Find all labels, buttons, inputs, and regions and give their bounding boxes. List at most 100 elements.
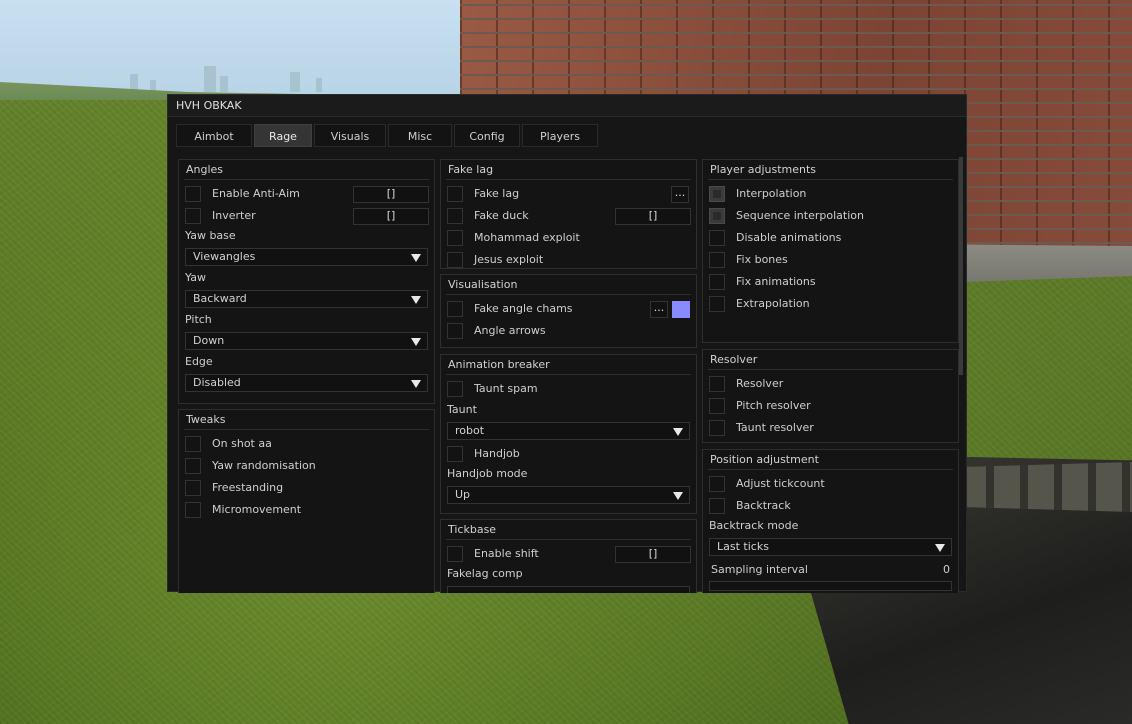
chevron-down-icon (673, 492, 683, 500)
window-title[interactable]: HVH OBKAK (168, 95, 966, 117)
extrapolation-checkbox[interactable] (709, 296, 725, 312)
fake-lag-more-button[interactable]: ... (671, 186, 689, 203)
fix-bones-label: Fix bones (736, 253, 788, 266)
angles-group: Angles Enable Anti-Aim [] Inverter [] Ya… (178, 159, 435, 404)
enable-shift-keybind[interactable]: [] (615, 546, 691, 563)
inverter-keybind[interactable]: [] (353, 208, 429, 225)
tab-players[interactable]: Players (522, 124, 598, 147)
pitch-dropdown[interactable]: Down (185, 332, 428, 350)
taunt-spam-checkbox[interactable] (447, 381, 463, 397)
fake-angle-chams-checkbox[interactable] (447, 301, 463, 317)
backtrack-mode-dropdown[interactable]: Last ticks (709, 538, 952, 556)
yaw-dropdown[interactable]: Backward (185, 290, 428, 308)
tab-rage[interactable]: Rage (254, 124, 312, 147)
edge-dropdown[interactable]: Disabled (185, 374, 428, 392)
inverter-checkbox[interactable] (185, 208, 201, 224)
enable-shift-checkbox[interactable] (447, 546, 463, 562)
enable-anti-aim-checkbox[interactable] (185, 186, 201, 202)
sampling-interval-value: 0 (943, 563, 950, 576)
chevron-down-icon (673, 428, 683, 436)
taunt-resolver-checkbox[interactable] (709, 420, 725, 436)
tab-config[interactable]: Config (454, 124, 520, 147)
cheat-menu-window[interactable]: HVH OBKAK Aimbot Rage Visuals Misc Confi… (167, 94, 968, 593)
fake-angle-chams-more-button[interactable]: ... (650, 301, 668, 318)
mohammad-exploit-checkbox[interactable] (447, 230, 463, 246)
fix-animations-label: Fix animations (736, 275, 816, 288)
jesus-exploit-checkbox[interactable] (447, 252, 463, 268)
fake-lag-group: Fake lag Fake lag ... Fake duck [] Moham… (440, 159, 697, 269)
handjob-checkbox[interactable] (447, 446, 463, 462)
resolver-label: Resolver (736, 377, 784, 390)
extrapolation-label: Extrapolation (736, 297, 810, 310)
backtrack-mode-label: Backtrack mode (709, 519, 799, 532)
chevron-down-icon (935, 544, 945, 552)
backtrack-mode-value: Last ticks (717, 540, 769, 553)
jesus-exploit-label: Jesus exploit (474, 253, 544, 266)
fake-lag-label: Fake lag (474, 187, 520, 200)
anti-aim-keybind[interactable]: [] (353, 186, 429, 203)
yaw-base-dropdown[interactable]: Viewangles (185, 248, 428, 266)
position-adjustment-group: Position adjustment Adjust tickcount Bac… (702, 449, 959, 593)
tweaks-title: Tweaks (184, 410, 429, 430)
yaw-value: Backward (193, 292, 247, 305)
tab-visuals[interactable]: Visuals (314, 124, 386, 147)
yaw-base-label: Yaw base (185, 229, 236, 242)
mohammad-exploit-label: Mohammad exploit (474, 231, 580, 244)
micromovement-checkbox[interactable] (185, 502, 201, 518)
fake-lag-checkbox[interactable] (447, 186, 463, 202)
freestanding-checkbox[interactable] (185, 480, 201, 496)
pitch-resolver-checkbox[interactable] (709, 398, 725, 414)
enable-shift-label: Enable shift (474, 547, 539, 560)
fix-animations-checkbox[interactable] (709, 274, 725, 290)
visualisation-group: Visualisation Fake angle chams ... Angle… (440, 274, 697, 348)
interpolation-checkbox[interactable] (709, 186, 725, 202)
chevron-down-icon (411, 338, 421, 346)
chams-color-picker[interactable] (672, 301, 690, 318)
rage-tab-content[interactable]: Angles Enable Anti-Aim [] Inverter [] Ya… (168, 153, 968, 593)
handjob-mode-dropdown[interactable]: Up (447, 486, 690, 504)
fake-duck-keybind[interactable]: [] (615, 208, 691, 225)
tickbase-title: Tickbase (446, 520, 691, 540)
fake-duck-checkbox[interactable] (447, 208, 463, 224)
micromovement-label: Micromovement (212, 503, 302, 516)
taunt-value: robot (455, 424, 485, 437)
sequence-interpolation-checkbox[interactable] (709, 208, 725, 224)
handjob-mode-value: Up (455, 488, 471, 501)
fakelag-comp-label: Fakelag comp (447, 567, 523, 580)
animation-breaker-group: Animation breaker Taunt spam Taunt robot… (440, 354, 697, 514)
adjust-tickcount-label: Adjust tickcount (736, 477, 825, 490)
backtrack-label: Backtrack (736, 499, 791, 512)
tickbase-group: Tickbase Enable shift [] Fakelag comp (440, 519, 697, 593)
fakelag-comp-slider[interactable] (447, 586, 690, 593)
chevron-down-icon (411, 296, 421, 304)
angle-arrows-checkbox[interactable] (447, 323, 463, 339)
tweaks-group: Tweaks On shot aa Yaw randomisation Free… (178, 409, 435, 593)
handjob-label: Handjob (474, 447, 520, 460)
fake-angle-chams-label: Fake angle chams (474, 302, 573, 315)
disable-animations-checkbox[interactable] (709, 230, 725, 246)
distant-city-skyline (120, 62, 340, 92)
fix-bones-checkbox[interactable] (709, 252, 725, 268)
edge-value: Disabled (193, 376, 241, 389)
resolver-group: Resolver Resolver Pitch resolver Taunt r… (702, 349, 959, 443)
enable-anti-aim-label: Enable Anti-Aim (212, 187, 300, 200)
taunt-dropdown[interactable]: robot (447, 422, 690, 440)
interpolation-label: Interpolation (736, 187, 807, 200)
tab-misc[interactable]: Misc (388, 124, 452, 147)
chevron-down-icon (411, 254, 421, 262)
disable-animations-label: Disable animations (736, 231, 842, 244)
backtrack-checkbox[interactable] (709, 498, 725, 514)
on-shot-aa-checkbox[interactable] (185, 436, 201, 452)
tab-aimbot[interactable]: Aimbot (176, 124, 252, 147)
chevron-down-icon (411, 380, 421, 388)
yaw-randomisation-checkbox[interactable] (185, 458, 201, 474)
fake-duck-label: Fake duck (474, 209, 529, 222)
adjust-tickcount-checkbox[interactable] (709, 476, 725, 492)
resolver-checkbox[interactable] (709, 376, 725, 392)
taunt-spam-label: Taunt spam (474, 382, 538, 395)
content-scrollbar[interactable] (959, 157, 963, 375)
pitch-label: Pitch (185, 313, 212, 326)
yaw-label: Yaw (185, 271, 206, 284)
taunt-label: Taunt (447, 403, 477, 416)
sampling-interval-slider[interactable] (709, 581, 952, 591)
